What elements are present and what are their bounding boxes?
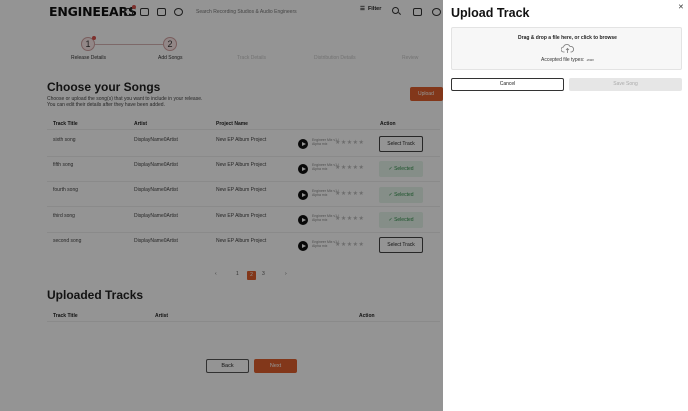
dropzone-instructions: Drag & drop a file here, or click to bro…: [518, 35, 617, 41]
accepted-file-types: Accepted file types: .wav: [452, 57, 683, 63]
save-song-button[interactable]: Save Song: [569, 78, 682, 91]
accepted-types-label: Accepted file types:: [541, 57, 585, 63]
file-dropzone[interactable]: Drag & drop a file here, or click to bro…: [451, 27, 682, 70]
upload-track-drawer: Upload Track ✕ Drag & drop a file here, …: [443, 0, 688, 411]
drawer-title: Upload Track: [451, 6, 530, 20]
modal-backdrop[interactable]: [0, 0, 443, 411]
cancel-button[interactable]: Cancel: [451, 78, 564, 91]
cloud-upload-icon: [561, 44, 574, 53]
close-icon[interactable]: ✕: [678, 3, 684, 11]
accepted-types-ext: .wav: [585, 57, 594, 62]
